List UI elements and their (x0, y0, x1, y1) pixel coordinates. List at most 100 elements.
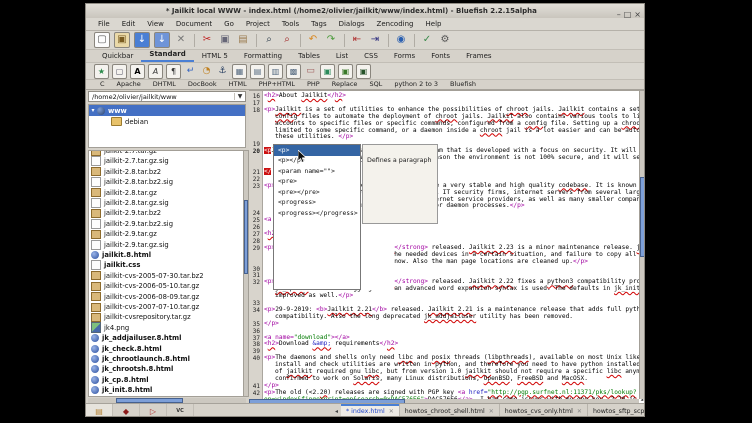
menu-tags[interactable]: Tags (305, 20, 333, 28)
toolbar-tab-css[interactable]: CSS (356, 51, 386, 62)
toolbar-tab-quickbar[interactable]: Quickbar (94, 51, 141, 62)
autocomplete-item[interactable]: <p></p> (274, 156, 360, 167)
anchor-icon[interactable]: ⚓ (216, 65, 229, 78)
menu-zencoding[interactable]: Zencoding (371, 20, 420, 28)
quickstart-icon[interactable]: ★ (94, 64, 109, 79)
file-item[interactable]: jailkit-2.9.tar.gz.sig (91, 240, 169, 250)
title-bar[interactable]: * Jailkit local WWW - index.html (/home2… (86, 4, 644, 19)
menu-view[interactable]: View (141, 20, 170, 28)
file-item[interactable]: jailkit-2.8.tar.bz2.sig (91, 177, 173, 187)
table-header-icon[interactable]: ▩ (286, 64, 301, 79)
file-item[interactable]: jk_check.8.html (91, 344, 162, 354)
close-doc-icon[interactable]: ✕ (174, 33, 188, 47)
table-cell-icon[interactable]: ▥ (268, 64, 283, 79)
document-tab[interactable]: howtos_chroot_shell.html✕ (400, 404, 500, 417)
undo-icon[interactable]: ↶ (306, 33, 320, 47)
language-tab-python-2-to-3[interactable]: python 2 to 3 (388, 80, 444, 89)
language-tab-dhtml[interactable]: DHTML (147, 80, 182, 89)
file-item[interactable]: jailkit-2.8.tar.gz (91, 188, 157, 198)
autocomplete-item[interactable]: <pre> (274, 177, 360, 188)
tab-scroll-left-icon[interactable]: ◂ (332, 404, 341, 417)
file-item[interactable]: jk4.png (91, 323, 129, 333)
toolbar-tab-formatting[interactable]: Formatting (236, 51, 290, 62)
language-tab-docbook[interactable]: DocBook (182, 80, 223, 89)
file-item[interactable]: jailkit-2.7.tar.gz (91, 150, 157, 156)
menu-help[interactable]: Help (420, 20, 448, 28)
comment-icon[interactable]: ▭ (304, 65, 317, 78)
document-tab[interactable]: howtos_cvs_only.html✕ (500, 404, 588, 417)
expander-icon[interactable]: ▾ (89, 107, 97, 114)
table-row-icon[interactable]: ▤ (250, 64, 265, 79)
spellcheck-icon[interactable]: ✓ (420, 33, 434, 47)
time-icon[interactable]: ◔ (200, 65, 213, 78)
file-item[interactable]: jailkit.8.html (91, 250, 151, 260)
preview-in-browser-icon[interactable]: ◉ (394, 33, 408, 47)
file-item[interactable]: jailkit-2.9.tar.bz2 (91, 208, 161, 218)
language-tab-php+html[interactable]: PHP+HTML (253, 80, 301, 89)
autocomplete-item[interactable]: <progress> (274, 198, 360, 209)
file-item[interactable]: jailkit-cvs-2006-05-10.tar.gz (91, 281, 199, 291)
save-icon[interactable]: ↓ (134, 32, 150, 48)
file-item[interactable]: jailkit-cvs-2005-07-30.tar.bz2 (91, 271, 204, 281)
file-item[interactable]: jailkit-cvsrepository.tar.gz (91, 312, 191, 322)
cut-icon[interactable]: ✂ (200, 33, 214, 47)
tree-item-www[interactable]: ▾www (89, 105, 245, 116)
paragraph-icon[interactable]: ¶ (166, 64, 181, 79)
language-tab-c[interactable]: C (94, 80, 111, 89)
menu-project[interactable]: Project (240, 20, 276, 28)
menu-file[interactable]: File (92, 20, 116, 28)
language-tab-html[interactable]: HTML (223, 80, 253, 89)
file-item[interactable]: jk_cp.8.html (91, 375, 149, 385)
find-replace-icon[interactable]: ⌕ (280, 33, 294, 47)
autocomplete-item[interactable]: <pre></pre> (274, 187, 360, 198)
file-item[interactable]: jailkit-2.9.tar.bz2.sig (91, 219, 173, 229)
path-combobox[interactable]: /home2/olivier/jailkit/www ▼ (88, 91, 246, 102)
bold-icon[interactable]: A (130, 64, 145, 79)
toolbar-tab-html-5[interactable]: HTML 5 (194, 51, 236, 62)
multi-thumbnail-icon[interactable]: ▣ (356, 64, 371, 79)
close-icon[interactable]: ✕ (389, 408, 394, 415)
toolbar-tab-forms[interactable]: Forms (386, 51, 423, 62)
code-line[interactable]: <h2>Download &amp; requirements</h2> (264, 341, 398, 348)
code-line[interactable]: confirmed to work on Solaris, many Linux… (264, 376, 588, 383)
menu-go[interactable]: Go (218, 20, 240, 28)
image-icon[interactable]: ▣ (320, 64, 335, 79)
file-item[interactable]: jk_init.8.html (91, 385, 152, 395)
editor-vscrollbar[interactable] (639, 91, 645, 399)
menu-edit[interactable]: Edit (116, 20, 142, 28)
code-line[interactable]: improved as well.</p> (264, 293, 353, 300)
file-item[interactable]: jailkit-cvs-2007-07-10.tar.gz (91, 302, 199, 312)
language-tab-sql[interactable]: SQL (363, 80, 388, 89)
find-icon[interactable]: ⌕ (262, 33, 276, 47)
menu-tools[interactable]: Tools (276, 20, 305, 28)
save-as-icon[interactable]: ↓ (154, 32, 170, 48)
thumbnail-icon[interactable]: ▣ (338, 64, 353, 79)
file-item[interactable]: jailkit.css (91, 260, 140, 270)
preferences-gear-icon[interactable]: ⚙ (438, 33, 452, 47)
indent-icon[interactable]: ⇥ (368, 33, 382, 47)
autocomplete-item[interactable]: <progress></progress> (274, 208, 360, 219)
code-line[interactable]: </p> (264, 321, 279, 328)
unindent-icon[interactable]: ⇤ (350, 33, 364, 47)
code-line[interactable]: </ (264, 169, 271, 176)
copy-icon[interactable]: ▣ (218, 33, 232, 47)
file-item[interactable]: jk_jailuser.8.html (91, 396, 167, 397)
file-item[interactable]: jailkit-cvs-2006-08-09.tar.gz (91, 292, 199, 302)
code-line[interactable]: <h2>About Jailkit</h2> (264, 93, 346, 100)
code-line[interactable]: these utilities. </p> (264, 134, 353, 141)
file-item[interactable]: jk_chrootlaunch.8.html (91, 354, 190, 364)
file-item[interactable]: jailkit-2.9.tar.gz (91, 229, 157, 239)
new-file-icon[interactable]: ▢ (94, 32, 110, 48)
language-tab-apache[interactable]: Apache (111, 80, 147, 89)
file-item[interactable]: jk_addjailuser.8.html (91, 333, 181, 343)
toolbar-tab-standard[interactable]: Standard (141, 49, 193, 62)
file-item[interactable]: jailkit-2.8.tar.bz2 (91, 167, 161, 177)
code-line[interactable]: compatibility. Also the long deprecated … (264, 314, 573, 321)
toolbar-tab-list[interactable]: List (328, 51, 356, 62)
autocomplete-item[interactable]: <param name=""> (274, 166, 360, 177)
file-item[interactable]: jk_chrootsh.8.html (91, 364, 173, 374)
tree-item-debian[interactable]: debian (89, 116, 245, 127)
language-tab-bluefish[interactable]: Bluefish (444, 80, 482, 89)
toolbar-tab-fonts[interactable]: Fonts (423, 51, 458, 62)
autocomplete-item[interactable]: <p> (274, 145, 360, 156)
